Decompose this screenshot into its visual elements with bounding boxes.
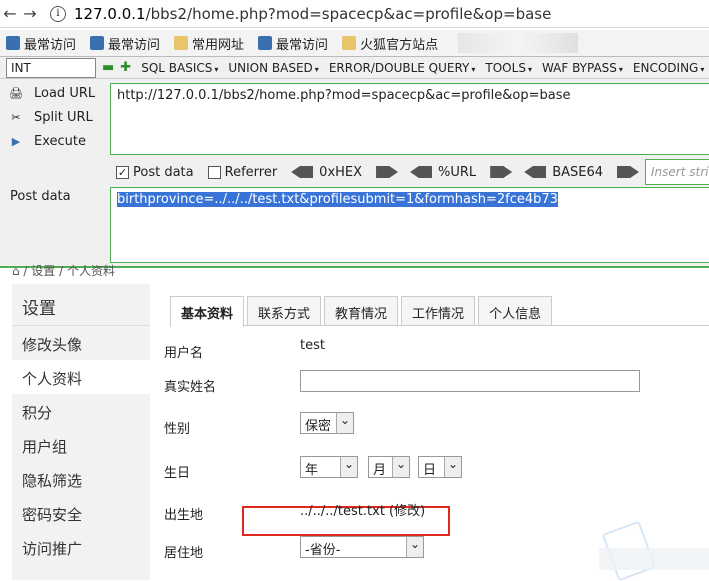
execute-label: Execute	[34, 133, 86, 149]
split-url-button[interactable]: ✂ Split URL	[8, 105, 108, 129]
menu-error-double-query[interactable]: ERROR/DOUBLE QUERY	[329, 61, 476, 75]
username-label: 用户名	[164, 346, 204, 361]
breadcrumb: ⌂ / 设置 / 个人资料	[12, 264, 115, 278]
scissors-icon: ✂	[11, 110, 21, 124]
forward-arrow-icon[interactable]: →	[20, 4, 40, 24]
bookmark-1[interactable]: 最常访问	[6, 34, 76, 53]
bookmark-label: 最常访问	[276, 37, 329, 53]
tab-contact[interactable]: 联系方式	[247, 296, 322, 325]
gender-select[interactable]: 保密	[300, 412, 354, 434]
sidebar-item-promotion[interactable]: 访问推广	[12, 530, 150, 564]
menu-encoding[interactable]: ENCODING	[633, 61, 704, 75]
post-data-textarea[interactable]: birthprovince=../../../test.txt&profiles…	[110, 187, 709, 263]
play-icon: ▶	[11, 134, 21, 148]
sidebar-item-usergroup[interactable]: 用户组	[12, 428, 150, 462]
birth-day-select[interactable]: 日	[418, 456, 462, 478]
sidebar-item-credits[interactable]: 积分	[12, 394, 150, 428]
hackbar-options: ✓ Post data Referrer 0xHEX %URL BASE64 In…	[110, 157, 709, 187]
birthday-label: 生日	[164, 466, 191, 481]
url-textarea[interactable]: http://127.0.0.1/bbs2/home.php?mod=space…	[110, 83, 709, 155]
sidebar-item-avatar[interactable]: 修改头像	[12, 326, 150, 360]
residence-province-select[interactable]: -省份-	[300, 536, 424, 558]
username-value: test	[300, 338, 325, 353]
profile-tabs: 基本资料 联系方式 教育情况 工作情况 个人信息	[170, 296, 709, 327]
bookmark-label: 最常访问	[24, 37, 77, 53]
menu-tools[interactable]: TOOLS	[485, 61, 532, 75]
back-arrow-icon[interactable]: ←	[0, 4, 20, 24]
folder-icon	[342, 36, 357, 50]
settings-sidebar: 设置 修改头像 个人资料 积分 用户组 隐私筛选 密码安全 访问推广	[12, 284, 150, 580]
bookmark-4[interactable]: 最常访问	[258, 34, 328, 53]
bookmark-3[interactable]: 常用网址	[174, 34, 244, 53]
sidebar-title: 设置	[12, 284, 150, 326]
load-icon: 🖨	[9, 86, 23, 100]
birthplace-value[interactable]: ../../../test.txt (修改)	[300, 500, 425, 519]
tab-basic[interactable]: 基本资料	[170, 296, 245, 327]
bookmark-label: 常用网址	[192, 37, 245, 53]
address-bar: ← → i 127.0.0.1/bbs2/home.php?mod=spacec…	[0, 0, 709, 28]
birthplace-label: 出生地	[164, 508, 204, 523]
search-icon	[90, 36, 105, 50]
search-icon	[6, 36, 20, 50]
hex-decode-arrow-icon[interactable]	[291, 166, 314, 178]
url-decode-arrow-icon[interactable]	[410, 166, 433, 178]
post-data-section-label: Post data	[10, 189, 71, 204]
sidebar-item-privacy[interactable]: 隐私筛选	[12, 462, 150, 496]
birth-month-select[interactable]: 月	[368, 456, 410, 478]
referrer-checkbox[interactable]	[207, 165, 221, 179]
menu-waf-bypass[interactable]: WAF BYPASS	[542, 61, 623, 75]
base64-label: BASE64	[552, 164, 604, 180]
tab-personal[interactable]: 个人信息	[478, 296, 553, 325]
plus-icon[interactable]: ✚	[120, 60, 131, 75]
url-display[interactable]: 127.0.0.1/bbs2/home.php?mod=spacecp&ac=p…	[74, 5, 551, 23]
post-data-checkbox[interactable]: ✓	[116, 165, 129, 179]
info-icon[interactable]: i	[50, 5, 66, 22]
hackbar-toolbar: INT ▬ ✚ SQL BASICS UNION BASED ERROR/DOU…	[0, 57, 709, 79]
watermark-text-blur	[599, 548, 709, 570]
hackbar-panel: INT ▬ ✚ SQL BASICS UNION BASED ERROR/DOU…	[0, 56, 709, 268]
realname-input[interactable]	[300, 370, 640, 392]
bookmarks-bar: 最常访问 最常访问 常用网址 最常访问 火狐官方站点	[0, 30, 709, 56]
hex-label: 0xHEX	[319, 164, 363, 180]
base64-decode-arrow-icon[interactable]	[524, 166, 547, 178]
hex-encode-arrow-icon[interactable]	[376, 166, 399, 178]
profile-page: ⌂ / 设置 / 个人资料 设置 修改头像 个人资料 积分 用户组 隐私筛选 密…	[0, 264, 709, 581]
sidebar-item-password[interactable]: 密码安全	[12, 496, 150, 530]
sidebar-item-profile[interactable]: 个人资料	[12, 360, 150, 394]
tab-work[interactable]: 工作情况	[401, 296, 476, 325]
menu-sql-basics[interactable]: SQL BASICS	[141, 61, 218, 75]
load-url-button[interactable]: 🖨 Load URL	[8, 81, 108, 105]
url-path: /bbs2/home.php?mod=spacecp&ac=profile&op…	[145, 4, 552, 23]
base64-encode-arrow-icon[interactable]	[617, 166, 640, 178]
residence-label: 居住地	[164, 546, 204, 561]
birth-year-select[interactable]: 年	[300, 456, 358, 478]
url-encode-arrow-icon[interactable]	[490, 166, 513, 178]
referrer-label: Referrer	[224, 164, 278, 180]
bookmark-2[interactable]: 最常访问	[90, 34, 160, 53]
split-url-label: Split URL	[34, 109, 93, 125]
gender-label: 性别	[164, 422, 191, 437]
insert-string-input[interactable]: Insert strin	[645, 159, 709, 185]
minus-icon[interactable]: ▬	[102, 60, 114, 75]
type-select[interactable]: INT	[6, 57, 96, 78]
folder-icon	[174, 36, 189, 50]
url-host: 127.0.0.1	[74, 4, 146, 23]
bookmark-label: 最常访问	[108, 37, 161, 53]
hackbar-actions: 🖨 Load URL ✂ Split URL ▶ Execute	[8, 81, 108, 153]
post-data-label: Post data	[133, 164, 194, 180]
bookmark-5[interactable]: 火狐官方站点	[342, 34, 438, 53]
bookmark-label: 火狐官方站点	[360, 37, 439, 53]
execute-button[interactable]: ▶ Execute	[8, 129, 108, 153]
menu-union-based[interactable]: UNION BASED	[228, 61, 318, 75]
search-icon	[258, 36, 273, 50]
load-url-label: Load URL	[34, 85, 96, 101]
tab-education[interactable]: 教育情况	[324, 296, 399, 325]
realname-label: 真实姓名	[164, 380, 217, 395]
blurred-region	[458, 33, 579, 53]
url-enc-label: %URL	[438, 164, 477, 180]
post-data-value: birthprovince=../../../test.txt&profiles…	[117, 192, 558, 207]
